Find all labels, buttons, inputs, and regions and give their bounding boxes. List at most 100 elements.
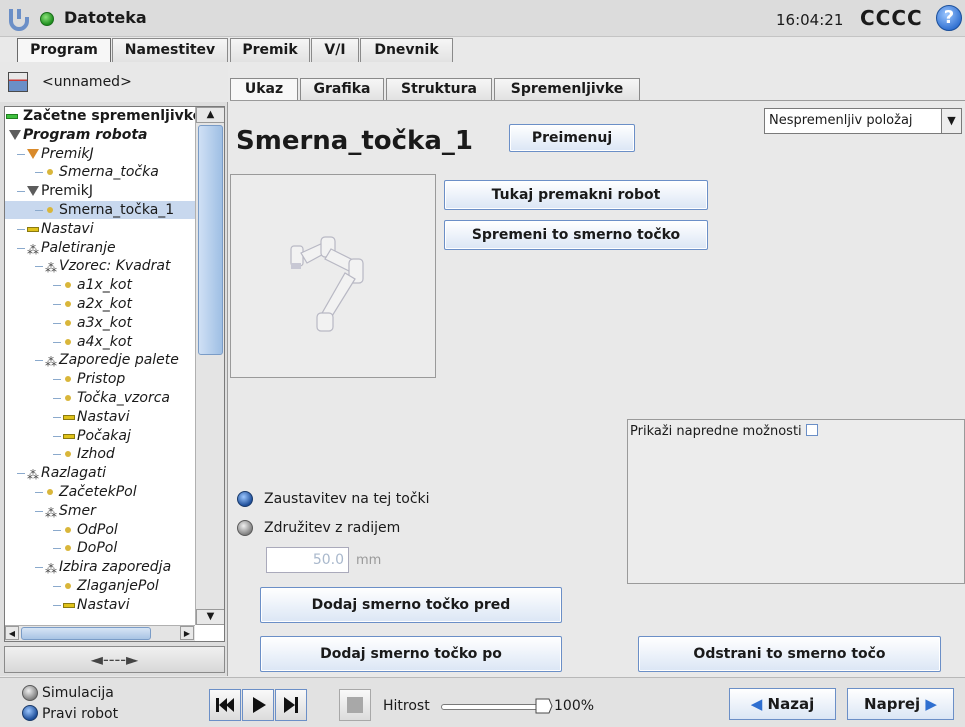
tree-node-label: Nastavi [41,220,94,237]
simulation-radio[interactable] [22,685,38,701]
rename-button[interactable]: Preimenuj [509,124,635,152]
tree-node-label: OdPol [77,521,118,538]
tree-node[interactable]: Smerna_točka [5,163,195,181]
step-button[interactable] [275,689,307,721]
tree-nav-arrows[interactable]: ◄----► [4,646,225,673]
horizontal-scroll-thumb[interactable] [21,627,151,640]
chevron-down-icon[interactable]: ▼ [941,109,961,133]
stop-button[interactable] [339,689,371,721]
tree-node[interactable]: ⁂ Smer [5,502,195,520]
pallet-icon: ⁂ [27,242,39,257]
tree-connector [53,548,61,550]
tree-node[interactable]: ⁂ Razlagati [5,464,195,482]
stop-at-point-radio[interactable] [237,491,253,507]
position-type-dropdown[interactable]: Nespremenljiv položaj ▼ [764,108,962,134]
tree-node[interactable]: Točka_vzorca [5,389,195,407]
tree-node[interactable]: Začetne spremenljivke [5,107,195,125]
tab-move[interactable]: Premik [230,38,310,62]
tree-node-label: Smerna_točka_1 [59,202,175,218]
scroll-left-icon[interactable]: ◀ [5,626,19,640]
tree-node[interactable]: PremikJ [5,182,195,200]
change-waypoint-button[interactable]: Spremeni to smerno točko [444,220,708,250]
tree-node-label: Počakaj [77,427,131,444]
program-header: <unnamed> [0,62,228,102]
tree-node[interactable]: ZačetekPol [5,483,195,501]
robot-preview [230,174,436,378]
tree-node[interactable]: Počakaj [5,427,195,445]
tree-connector [53,454,61,456]
waypoint-icon [65,282,71,289]
help-button[interactable]: ? [936,5,962,31]
tree-node[interactable]: ⁂ Izbira zaporedja [5,558,195,576]
scroll-up-icon[interactable]: ▲ [196,107,224,123]
tree-node[interactable]: Izhod [5,445,195,463]
tree-node[interactable]: Program robota [5,126,195,144]
tab-variables[interactable]: Spremenljivke [494,78,640,100]
step-icon [284,697,298,713]
play-button[interactable] [242,689,274,721]
back-button[interactable]: ◀ Nazaj [729,688,836,720]
file-menu[interactable]: Datoteka [64,8,147,27]
tree-node[interactable]: ZlaganjePol [5,577,195,595]
tree-node[interactable]: Nastavi [5,596,195,614]
tree-node[interactable]: ⁂ Paletiranje [5,239,195,257]
set-icon [63,414,75,420]
waypoint-icon [65,338,71,345]
tree-horizontal-scrollbar[interactable]: ◀ ▶ [5,625,195,641]
radius-input[interactable]: 50.0 [266,547,349,573]
tree-node[interactable]: Pristop [5,370,195,388]
tree-connector [53,398,61,399]
tree-connector [17,191,25,193]
tree-node[interactable]: Nastavi [5,408,195,426]
tree-node[interactable]: ⁂ Zaporedje palete [5,351,195,369]
add-waypoint-after-button[interactable]: Dodaj smerno točko po [260,636,562,672]
tab-program[interactable]: Program [17,38,111,62]
program-name: <unnamed> [42,74,132,90]
add-waypoint-before-button[interactable]: Dodaj smerno točko pred [260,587,562,623]
tab-installation[interactable]: Namestitev [112,38,228,62]
move-robot-here-button[interactable]: Tukaj premakni robot [444,180,708,210]
next-button[interactable]: Naprej ▶ [847,688,954,720]
tree-node[interactable]: a3x_kot [5,314,195,332]
waypoint-icon [47,169,53,176]
tree-connector [17,247,25,249]
tree-vertical-scrollbar[interactable]: ▲ ▼ [195,107,224,625]
tree-node[interactable]: Smerna_točka_1 [5,201,195,219]
scroll-down-icon[interactable]: ▼ [196,609,224,625]
position-type-value: Nespremenljiv položaj [769,113,913,128]
set-icon [63,433,75,439]
tree-node-label: a3x_kot [77,314,132,331]
tree-node[interactable]: Nastavi [5,220,195,238]
tree-node[interactable]: a1x_kot [5,276,195,294]
tree-node[interactable]: a2x_kot [5,295,195,313]
tab-io[interactable]: V/I [311,38,359,62]
remove-waypoint-button[interactable]: Odstrani to smerno točo [638,636,941,672]
arrow-left-icon: ◀ [750,695,763,713]
speed-slider-handle[interactable] [535,697,553,715]
tab-command[interactable]: Ukaz [230,78,298,100]
pallet-icon: ⁂ [27,468,39,483]
real-robot-radio[interactable] [22,705,38,721]
robot-arm-icon [290,236,364,332]
tree-connector [17,473,25,475]
advanced-options-checkbox[interactable] [805,424,818,436]
tab-log[interactable]: Dnevnik [360,38,453,62]
tab-graphics[interactable]: Grafika [300,78,384,100]
scroll-thumb[interactable] [198,125,223,355]
blend-radius-radio[interactable] [237,520,253,536]
tree-node[interactable]: ⁂ Vzorec: Kvadrat [5,257,195,275]
tree-node-label: Vzorec: Kvadrat [59,258,171,275]
tree-node[interactable]: DoPol [5,539,195,557]
tab-structure[interactable]: Struktura [386,78,492,100]
tree-node[interactable]: PremikJ [5,145,195,163]
scroll-right-icon[interactable]: ▶ [180,626,194,640]
speed-slider[interactable] [441,704,541,710]
tree-node-label: Zaporedje palete [59,352,179,369]
skip-back-button[interactable] [209,689,241,721]
main-tabs: Program Namestitev Premik V/I Dnevnik [0,38,965,62]
tree-node[interactable]: OdPol [5,521,195,539]
tree-connector [53,529,61,531]
save-icon[interactable] [8,72,28,92]
tree-node[interactable]: a4x_kot [5,333,195,351]
advanced-options-toggle[interactable]: Prikaži napredne možnosti [630,424,818,439]
